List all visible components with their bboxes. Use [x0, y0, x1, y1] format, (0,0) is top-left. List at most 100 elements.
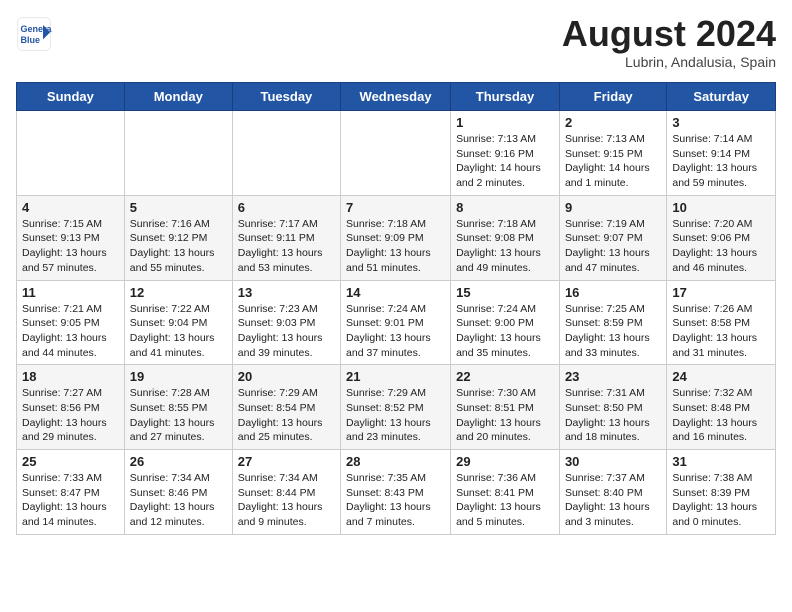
logo-icon: General Blue — [16, 16, 52, 52]
day-number: 30 — [565, 454, 661, 469]
day-number: 29 — [456, 454, 554, 469]
day-cell: 6 Sunrise: 7:17 AM Sunset: 9:11 PM Daylig… — [232, 195, 340, 280]
day-header-monday: Monday — [124, 83, 232, 111]
title-block: August 2024 Lubrin, Andalusia, Spain — [562, 16, 776, 70]
day-cell: 1 Sunrise: 7:13 AM Sunset: 9:16 PM Daylig… — [451, 111, 560, 196]
day-cell: 27Sunrise: 7:34 AM Sunset: 8:44 PM Dayli… — [232, 450, 340, 535]
day-number: 1 — [456, 115, 554, 130]
day-info: Sunrise: 7:36 AM Sunset: 8:41 PM Dayligh… — [456, 471, 554, 530]
day-cell: 23 Sunrise: 7:31 AM Sunset: 8:50 PM Dayli… — [559, 365, 666, 450]
day-cell: 13 Sunrise: 7:23 AM Sunset: 9:03 PM Dayli… — [232, 280, 340, 365]
day-cell: 24Sunrise: 7:32 AM Sunset: 8:48 PM Dayli… — [667, 365, 776, 450]
day-cell — [232, 111, 340, 196]
day-number: 14 — [346, 285, 445, 300]
day-number: 21 — [346, 369, 445, 384]
location: Lubrin, Andalusia, Spain — [562, 54, 776, 70]
day-info: Sunrise: 7:34 AM Sunset: 8:44 PM Dayligh… — [238, 471, 335, 530]
day-number: 8 — [456, 200, 554, 215]
day-info: Sunrise: 7:19 AM Sunset: 9:07 PM Dayligh… — [565, 217, 661, 276]
day-info: Sunrise: 7:28 AM Sunset: 8:55 PM Dayligh… — [130, 386, 227, 445]
day-number: 25 — [22, 454, 119, 469]
day-cell: 30Sunrise: 7:37 AM Sunset: 8:40 PM Dayli… — [559, 450, 666, 535]
day-cell: 31Sunrise: 7:38 AM Sunset: 8:39 PM Dayli… — [667, 450, 776, 535]
day-header-friday: Friday — [559, 83, 666, 111]
week-row-5: 25 Sunrise: 7:33 AM Sunset: 8:47 PM Dayli… — [17, 450, 776, 535]
day-info: Sunrise: 7:24 AM Sunset: 9:00 PM Dayligh… — [456, 302, 554, 361]
day-number: 5 — [130, 200, 227, 215]
day-cell: 2Sunrise: 7:13 AM Sunset: 9:15 PM Daylig… — [559, 111, 666, 196]
day-cell — [124, 111, 232, 196]
day-cell — [341, 111, 451, 196]
day-info: Sunrise: 7:17 AM Sunset: 9:11 PM Dayligh… — [238, 217, 335, 276]
day-header-thursday: Thursday — [451, 83, 560, 111]
day-info: Sunrise: 7:18 AM Sunset: 9:08 PM Dayligh… — [456, 217, 554, 276]
day-cell: 12 Sunrise: 7:22 AM Sunset: 9:04 PM Dayli… — [124, 280, 232, 365]
day-info: Sunrise: 7:13 AM Sunset: 9:16 PM Dayligh… — [456, 132, 554, 191]
calendar-table: SundayMondayTuesdayWednesdayThursdayFrid… — [16, 82, 776, 535]
day-number: 26 — [130, 454, 227, 469]
day-info: Sunrise: 7:13 AM Sunset: 9:15 PM Dayligh… — [565, 132, 661, 191]
day-number: 20 — [238, 369, 335, 384]
day-cell: 26 Sunrise: 7:34 AM Sunset: 8:46 PM Dayli… — [124, 450, 232, 535]
day-cell: 7Sunrise: 7:18 AM Sunset: 9:09 PM Daylig… — [341, 195, 451, 280]
day-header-tuesday: Tuesday — [232, 83, 340, 111]
day-number: 23 — [565, 369, 661, 384]
day-number: 4 — [22, 200, 119, 215]
day-number: 28 — [346, 454, 445, 469]
day-cell: 29 Sunrise: 7:36 AM Sunset: 8:41 PM Dayli… — [451, 450, 560, 535]
day-cell: 8 Sunrise: 7:18 AM Sunset: 9:08 PM Daylig… — [451, 195, 560, 280]
day-info: Sunrise: 7:27 AM Sunset: 8:56 PM Dayligh… — [22, 386, 119, 445]
day-info: Sunrise: 7:24 AM Sunset: 9:01 PM Dayligh… — [346, 302, 445, 361]
day-info: Sunrise: 7:21 AM Sunset: 9:05 PM Dayligh… — [22, 302, 119, 361]
day-info: Sunrise: 7:38 AM Sunset: 8:39 PM Dayligh… — [672, 471, 770, 530]
week-row-4: 18Sunrise: 7:27 AM Sunset: 8:56 PM Dayli… — [17, 365, 776, 450]
day-info: Sunrise: 7:29 AM Sunset: 8:54 PM Dayligh… — [238, 386, 335, 445]
day-cell: 20 Sunrise: 7:29 AM Sunset: 8:54 PM Dayli… — [232, 365, 340, 450]
day-info: Sunrise: 7:20 AM Sunset: 9:06 PM Dayligh… — [672, 217, 770, 276]
day-info: Sunrise: 7:16 AM Sunset: 9:12 PM Dayligh… — [130, 217, 227, 276]
day-cell — [17, 111, 125, 196]
day-cell: 5 Sunrise: 7:16 AM Sunset: 9:12 PM Daylig… — [124, 195, 232, 280]
day-info: Sunrise: 7:34 AM Sunset: 8:46 PM Dayligh… — [130, 471, 227, 530]
day-header-wednesday: Wednesday — [341, 83, 451, 111]
page-header: General Blue August 2024 Lubrin, Andalus… — [16, 16, 776, 70]
day-cell: 19 Sunrise: 7:28 AM Sunset: 8:55 PM Dayli… — [124, 365, 232, 450]
day-header-sunday: Sunday — [17, 83, 125, 111]
day-cell: 18Sunrise: 7:27 AM Sunset: 8:56 PM Dayli… — [17, 365, 125, 450]
day-number: 19 — [130, 369, 227, 384]
logo: General Blue — [16, 16, 52, 52]
svg-text:Blue: Blue — [21, 35, 41, 45]
week-row-1: 1 Sunrise: 7:13 AM Sunset: 9:16 PM Daylig… — [17, 111, 776, 196]
header-row: SundayMondayTuesdayWednesdayThursdayFrid… — [17, 83, 776, 111]
day-number: 12 — [130, 285, 227, 300]
day-cell: 21 Sunrise: 7:29 AM Sunset: 8:52 PM Dayli… — [341, 365, 451, 450]
day-cell: 17Sunrise: 7:26 AM Sunset: 8:58 PM Dayli… — [667, 280, 776, 365]
day-info: Sunrise: 7:29 AM Sunset: 8:52 PM Dayligh… — [346, 386, 445, 445]
week-row-3: 11Sunrise: 7:21 AM Sunset: 9:05 PM Dayli… — [17, 280, 776, 365]
day-cell: 22Sunrise: 7:30 AM Sunset: 8:51 PM Dayli… — [451, 365, 560, 450]
day-info: Sunrise: 7:31 AM Sunset: 8:50 PM Dayligh… — [565, 386, 661, 445]
day-cell: 16Sunrise: 7:25 AM Sunset: 8:59 PM Dayli… — [559, 280, 666, 365]
day-number: 22 — [456, 369, 554, 384]
day-info: Sunrise: 7:14 AM Sunset: 9:14 PM Dayligh… — [672, 132, 770, 191]
day-cell: 3Sunrise: 7:14 AM Sunset: 9:14 PM Daylig… — [667, 111, 776, 196]
day-info: Sunrise: 7:32 AM Sunset: 8:48 PM Dayligh… — [672, 386, 770, 445]
day-info: Sunrise: 7:23 AM Sunset: 9:03 PM Dayligh… — [238, 302, 335, 361]
day-cell: 15 Sunrise: 7:24 AM Sunset: 9:00 PM Dayli… — [451, 280, 560, 365]
day-number: 10 — [672, 200, 770, 215]
day-cell: 10 Sunrise: 7:20 AM Sunset: 9:06 PM Dayli… — [667, 195, 776, 280]
day-cell: 28 Sunrise: 7:35 AM Sunset: 8:43 PM Dayli… — [341, 450, 451, 535]
day-info: Sunrise: 7:35 AM Sunset: 8:43 PM Dayligh… — [346, 471, 445, 530]
day-cell: 25 Sunrise: 7:33 AM Sunset: 8:47 PM Dayli… — [17, 450, 125, 535]
day-cell: 4 Sunrise: 7:15 AM Sunset: 9:13 PM Daylig… — [17, 195, 125, 280]
day-number: 13 — [238, 285, 335, 300]
month-title: August 2024 — [562, 16, 776, 52]
day-info: Sunrise: 7:33 AM Sunset: 8:47 PM Dayligh… — [22, 471, 119, 530]
day-info: Sunrise: 7:22 AM Sunset: 9:04 PM Dayligh… — [130, 302, 227, 361]
day-number: 15 — [456, 285, 554, 300]
day-cell: 11Sunrise: 7:21 AM Sunset: 9:05 PM Dayli… — [17, 280, 125, 365]
day-info: Sunrise: 7:15 AM Sunset: 9:13 PM Dayligh… — [22, 217, 119, 276]
day-number: 16 — [565, 285, 661, 300]
day-number: 6 — [238, 200, 335, 215]
day-info: Sunrise: 7:26 AM Sunset: 8:58 PM Dayligh… — [672, 302, 770, 361]
